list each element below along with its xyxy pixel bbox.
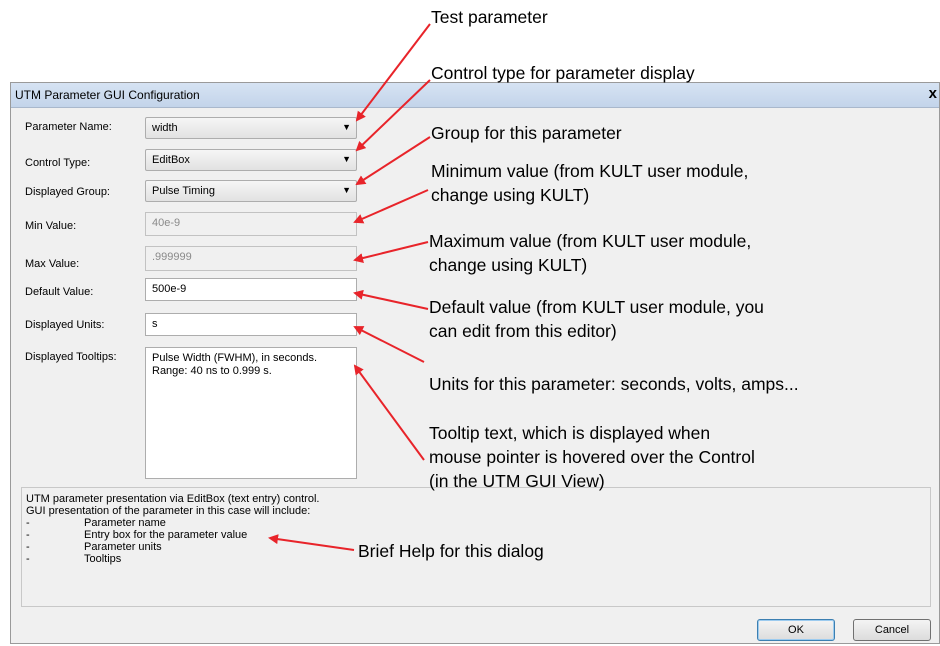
annotation-line: (in the UTM GUI View) [429,471,605,491]
annotation-line: Control type for parameter display [431,63,695,83]
arrow-units [353,326,425,363]
annotation-group: Group for this parameter [431,121,622,145]
annotation-line: Group for this parameter [431,123,622,143]
annotation-line: mouse pointer is hovered over the Contro… [429,447,755,467]
annotation-control-type: Control type for parameter display [431,61,695,85]
annotation-line: Maximum value (from KULT user module, [429,231,752,251]
arrow-group [355,136,431,186]
annotation-line: Default value (from KULT user module, yo… [429,297,764,317]
arrow-default [353,289,429,310]
annotation-tooltip: Tooltip text, which is displayed when mo… [429,421,755,493]
annotation-line: change using KULT) [431,185,590,205]
annotation-minimum: Minimum value (from KULT user module, ch… [431,159,748,207]
arrow-test-parameter [355,23,431,122]
annotation-default: Default value (from KULT user module, yo… [429,295,764,343]
arrow-tooltip [353,364,425,461]
arrow-control-type [355,79,431,152]
annotation-line: Minimum value (from KULT user module, [431,161,749,181]
annotation-line: Brief Help for this dialog [358,541,544,561]
arrow-maximum [353,241,429,263]
annotation-line: Test parameter [431,7,548,27]
annotation-line: can edit from this editor) [429,321,617,341]
arrow-minimum [353,189,429,224]
annotation-maximum: Maximum value (from KULT user module, ch… [429,229,751,277]
arrow-help [268,534,355,551]
annotation-test-parameter: Test parameter [431,5,548,29]
annotation-line: change using KULT) [429,255,588,275]
annotation-line: Units for this parameter: seconds, volts… [429,374,799,394]
annotation-units: Units for this parameter: seconds, volts… [429,372,799,396]
annotation-line: Tooltip text, which is displayed when [429,423,711,443]
annotation-help: Brief Help for this dialog [358,539,544,563]
